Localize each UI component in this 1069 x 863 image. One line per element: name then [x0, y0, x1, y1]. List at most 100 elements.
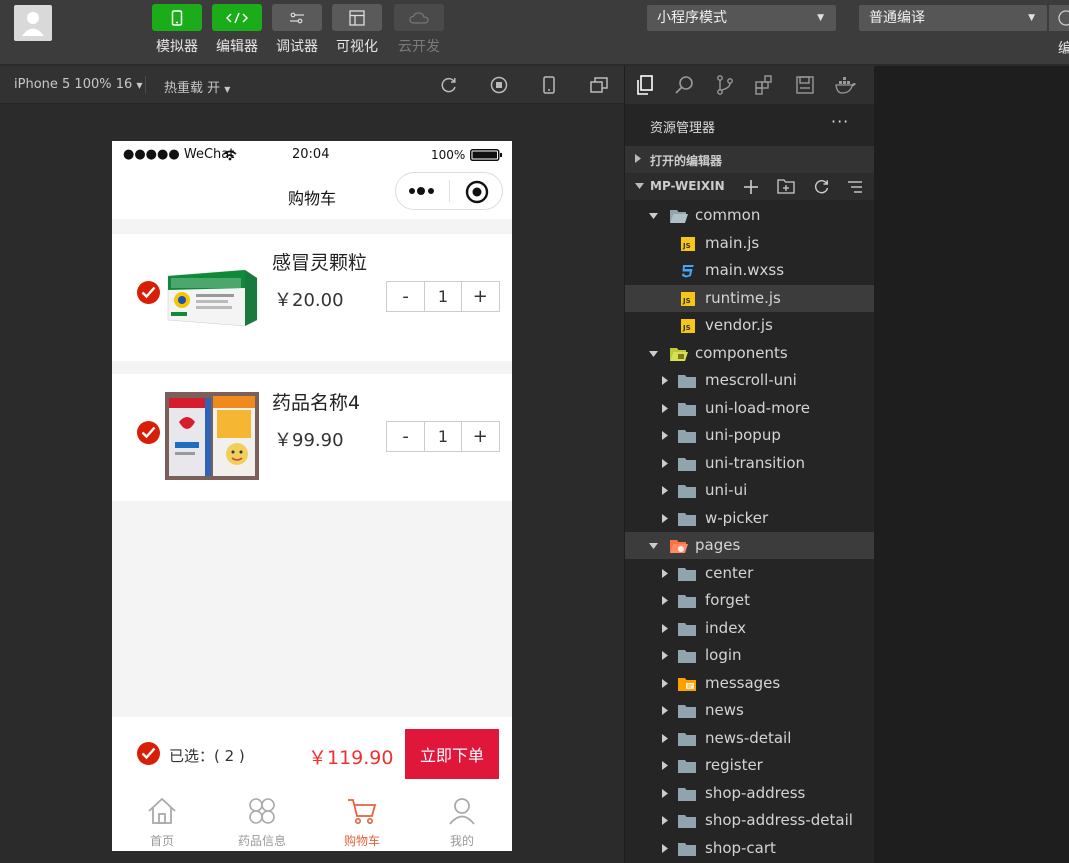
tree-folder-row[interactable]: components	[625, 340, 874, 367]
tab-cart[interactable]: 购物车	[312, 797, 412, 849]
tree-item-label: pages	[695, 536, 741, 554]
editor-tool[interactable]: 编辑器	[212, 4, 262, 56]
product-image[interactable]	[165, 256, 259, 344]
docker-icon[interactable]	[834, 74, 856, 96]
chevron-right-icon	[662, 513, 668, 523]
debugger-tool[interactable]: 调试器	[272, 4, 322, 56]
chevron-right-icon	[662, 568, 668, 578]
collapse-all-icon[interactable]	[847, 179, 864, 195]
chevron-down-icon: ▼	[136, 81, 143, 90]
more-dots-icon[interactable]	[408, 187, 438, 195]
save-icon[interactable]	[794, 74, 816, 96]
chevron-right-icon	[662, 651, 668, 660]
checkout-bar: 已选：( 2 ) ￥119.90 立即下单	[112, 717, 512, 791]
new-folder-icon[interactable]	[777, 178, 795, 194]
more-actions-icon[interactable]: ···	[831, 112, 849, 131]
tree-folder-row[interactable]: pages	[625, 532, 874, 559]
tree-folder-row[interactable]: w-picker	[625, 505, 874, 532]
tree-folder-row[interactable]: shop-cart	[625, 835, 874, 862]
tree-item-label: uni-transition	[705, 453, 806, 472]
clover-icon	[249, 798, 275, 824]
tab-profile[interactable]: 我的	[412, 797, 512, 849]
selected-count: 已选：( 2 )	[169, 747, 245, 765]
tree-folder-row[interactable]: news	[625, 697, 874, 724]
tree-folder-row[interactable]: register	[625, 752, 874, 779]
tree-file-row[interactable]: JS vendor.js	[625, 312, 874, 339]
folder-icon	[678, 511, 696, 530]
hot-reload-select[interactable]: 热重载 开 ▼	[164, 77, 230, 96]
folder-icon	[678, 373, 696, 392]
tree-folder-row[interactable]: shop-address	[625, 780, 874, 807]
chevron-right-icon	[635, 154, 641, 163]
tree-folder-row[interactable]: news-detail	[625, 725, 874, 752]
quantity-value[interactable]: 1	[424, 282, 462, 311]
tree-folder-row[interactable]: common	[625, 202, 874, 229]
edge-button[interactable]	[1049, 5, 1069, 31]
checkout-button[interactable]: 立即下单	[405, 729, 499, 779]
increment-button[interactable]: +	[462, 282, 499, 311]
phone-icon	[152, 4, 202, 31]
device-icon[interactable]	[539, 75, 559, 95]
quantity-value[interactable]: 1	[424, 422, 462, 451]
tree-folder-row[interactable]: mescroll-uni	[625, 367, 874, 394]
source-control-icon[interactable]	[714, 74, 736, 96]
carrier-text: ●●●●● WeChat	[123, 147, 235, 162]
product-image[interactable]	[165, 392, 259, 480]
pages-folder-icon	[670, 538, 688, 557]
simulator-label: 模拟器	[156, 39, 198, 55]
tree-file-row[interactable]: JS main.js	[625, 230, 874, 257]
explorer-panel: 资源管理器 ··· 打开的编辑器 MP-WEIXIN common JS main.…	[625, 66, 874, 863]
open-editors-section[interactable]: 打开的编辑器	[625, 146, 874, 173]
refresh-icon[interactable]	[813, 178, 830, 195]
chevron-down-icon: ▼	[1028, 13, 1035, 23]
simulator-tool[interactable]: 模拟器	[152, 4, 202, 56]
tree-folder-row[interactable]: uni-ui	[625, 477, 874, 504]
tree-folder-row[interactable]: messages	[625, 670, 874, 697]
chevron-right-icon	[662, 733, 668, 743]
files-icon[interactable]	[634, 74, 656, 96]
compile-select[interactable]: 普通编译 ▼	[859, 5, 1047, 31]
search-icon[interactable]	[674, 74, 696, 96]
decrement-button[interactable]: -	[387, 282, 424, 311]
svg-text:JS: JS	[682, 297, 691, 305]
compile-icon	[1058, 10, 1069, 26]
folder-icon	[678, 813, 696, 832]
tree-file-row[interactable]: main.wxss	[625, 257, 874, 284]
tab-home[interactable]: 首页	[112, 797, 212, 849]
folder-icon	[678, 731, 696, 750]
tree-folder-row[interactable]: shop-address-detail	[625, 807, 874, 834]
tree-folder-row[interactable]: uni-popup	[625, 422, 874, 449]
decrement-button[interactable]: -	[387, 422, 424, 451]
css-file-icon	[680, 263, 696, 282]
mode-select[interactable]: 小程序模式 ▼	[647, 5, 836, 31]
project-section[interactable]: MP-WEIXIN	[625, 173, 874, 200]
tree-folder-row[interactable]: center	[625, 560, 874, 587]
increment-button[interactable]: +	[462, 422, 499, 451]
select-all-checkbox[interactable]	[137, 742, 160, 765]
tree-folder-row[interactable]: uni-load-more	[625, 395, 874, 422]
visual-tool[interactable]: 可视化	[332, 4, 382, 56]
tree-item-label: uni-load-more	[705, 398, 810, 417]
phone-screen: ●●●●● WeChat 20:04 100% 购物车 感冒灵颗粒 ￥20.00…	[112, 141, 512, 851]
tree-file-row[interactable]: JS runtime.js	[625, 284, 874, 312]
item-checkbox[interactable]	[137, 281, 160, 304]
tree-item-label: messages	[705, 673, 781, 692]
tree-folder-row[interactable]: uni-transition	[625, 450, 874, 477]
stop-icon[interactable]	[489, 75, 509, 95]
popout-window-icon[interactable]	[589, 75, 609, 95]
tab-medicine[interactable]: 药品信息	[212, 797, 312, 849]
extensions-icon[interactable]	[754, 74, 776, 96]
close-target-icon[interactable]	[465, 180, 489, 204]
tree-folder-row[interactable]: index	[625, 615, 874, 642]
product-name: 感冒灵颗粒	[272, 252, 368, 274]
tree-folder-row[interactable]: login	[625, 642, 874, 669]
cloud-tool[interactable]: 云开发	[394, 4, 444, 56]
item-checkbox[interactable]	[137, 421, 160, 444]
tree-folder-row[interactable]: forget	[625, 587, 874, 614]
editor-area	[874, 66, 1069, 863]
chevron-right-icon	[662, 376, 668, 385]
user-avatar[interactable]	[14, 5, 52, 41]
new-file-icon[interactable]	[743, 179, 759, 195]
refresh-icon[interactable]	[439, 75, 459, 95]
device-select[interactable]: iPhone 5 100% 16 ▼	[14, 77, 143, 92]
